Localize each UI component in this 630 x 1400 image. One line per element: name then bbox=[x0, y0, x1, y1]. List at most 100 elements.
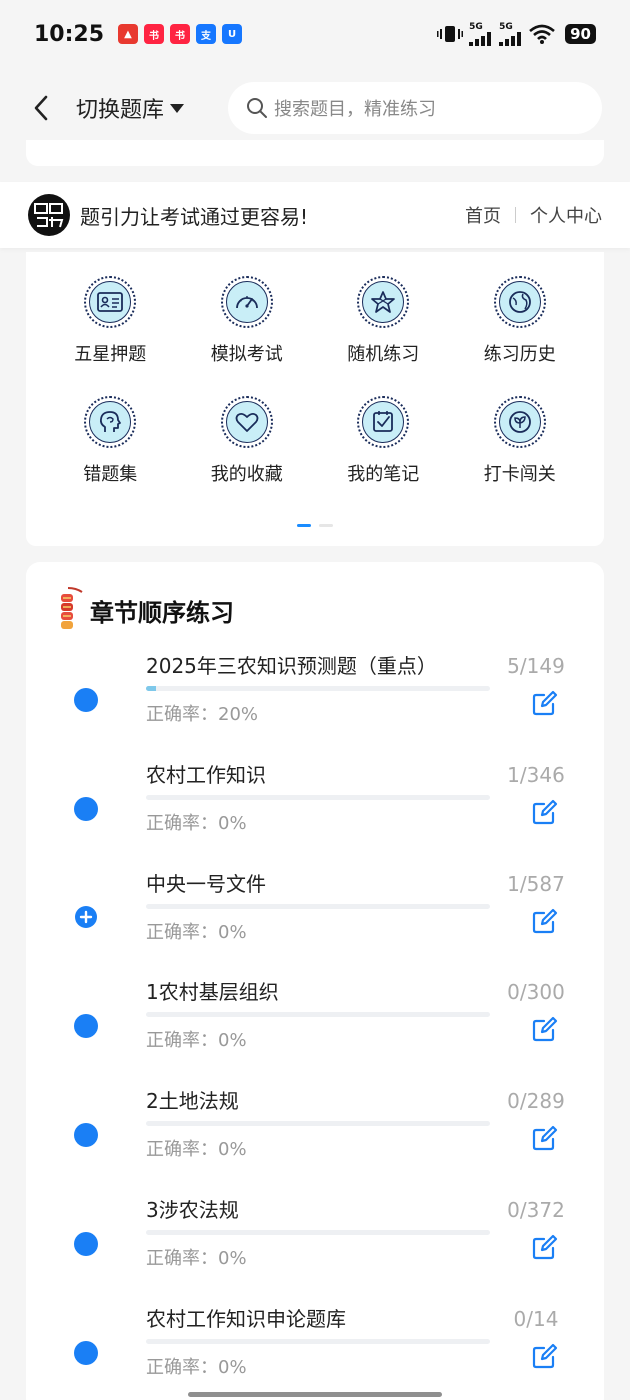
grid-label: 五星押题 bbox=[74, 344, 147, 365]
expand-plus-icon[interactable] bbox=[75, 905, 97, 928]
edit-icon[interactable] bbox=[530, 797, 560, 827]
progress-bar bbox=[146, 903, 490, 909]
chapter-section-title: 章节顺序练习 bbox=[90, 598, 234, 627]
switch-bank-dropdown[interactable]: 切换题库 bbox=[76, 92, 185, 124]
chapter-bullet-icon[interactable] bbox=[74, 1123, 98, 1148]
link-divider bbox=[515, 207, 516, 223]
search-placeholder: 搜索题目，精准练习 bbox=[274, 99, 436, 120]
chapter-bullet-icon[interactable] bbox=[74, 1340, 98, 1365]
grid-item-mock-exam[interactable]: 模拟考试 bbox=[179, 276, 316, 366]
progress-fill bbox=[146, 686, 157, 691]
chapter-row[interactable]: 中央一号文件正确率：0% 1/587 bbox=[26, 868, 604, 976]
accuracy-label: 正确率：0% bbox=[146, 1139, 247, 1161]
chapter-bullet-icon[interactable] bbox=[74, 688, 98, 712]
brand-logo bbox=[28, 194, 70, 236]
signal-2: 5G bbox=[499, 21, 523, 46]
progress-bar bbox=[146, 1012, 490, 1018]
question-count: 1/587 bbox=[507, 871, 565, 896]
back-button[interactable] bbox=[16, 83, 66, 133]
chapter-section-header: 章节顺序练习 bbox=[50, 586, 234, 634]
grid-label: 模拟考试 bbox=[210, 344, 283, 365]
edit-icon[interactable] bbox=[530, 1014, 560, 1044]
grid-item-favorites[interactable]: 我的收藏 bbox=[179, 396, 316, 486]
chapter-row[interactable]: 1农村基层组织正确率：0% 0/300 bbox=[26, 976, 604, 1084]
question-count: 1/346 bbox=[507, 762, 565, 787]
brand-slogan: 题引力让考试通过更容易! bbox=[80, 204, 309, 229]
edit-icon[interactable] bbox=[530, 906, 560, 936]
chapter-title[interactable]: 3涉农法规 bbox=[146, 1194, 239, 1223]
heart-icon bbox=[220, 396, 273, 448]
chapter-bullet-icon[interactable] bbox=[74, 1014, 98, 1039]
alipay-icon: 支 bbox=[196, 24, 217, 44]
question-count: 0/14 bbox=[513, 1306, 559, 1331]
clock: 10:25 bbox=[34, 21, 105, 47]
grid-item-notes[interactable]: 我的笔记 bbox=[315, 396, 452, 486]
grid-label: 我的笔记 bbox=[347, 464, 420, 485]
progress-bar bbox=[146, 686, 490, 691]
top-navigation: 切换题库 搜索题目，精准练习 bbox=[0, 78, 630, 138]
grid-item-five-star[interactable]: 五星押题 bbox=[42, 276, 179, 366]
search-input[interactable]: 搜索题目，精准练习 bbox=[228, 82, 602, 134]
edit-icon[interactable] bbox=[530, 1341, 560, 1371]
question-count: 5/149 bbox=[507, 654, 565, 678]
battery-indicator: 90 bbox=[565, 24, 596, 44]
head-profile-icon bbox=[84, 396, 137, 448]
progress-bar bbox=[146, 1338, 490, 1344]
checked-note-icon bbox=[357, 396, 410, 448]
function-grid-card: 五星押题 模拟考试 随机练习 练习历史 错题集 我的收藏 我的笔记 打卡闯关 bbox=[26, 252, 604, 546]
grid-label: 错题集 bbox=[83, 464, 138, 485]
accuracy-label: 正确率：0% bbox=[146, 812, 247, 834]
chapter-title[interactable]: 农村工作知识 bbox=[146, 759, 266, 788]
home-indicator[interactable] bbox=[188, 1392, 442, 1397]
accuracy-label: 正确率：0% bbox=[146, 1030, 247, 1052]
signal-1-label: 5G bbox=[469, 21, 483, 32]
personal-center-link[interactable]: 个人中心 bbox=[530, 202, 602, 228]
chapter-row[interactable]: 农村工作知识正确率：0% 1/346 bbox=[26, 759, 604, 867]
chapter-row[interactable]: 2025年三农知识预测题（重点） 正确率：20% 5/149 bbox=[26, 650, 604, 758]
grid-item-practice-history[interactable]: 练习历史 bbox=[452, 276, 589, 366]
chapter-row[interactable]: 农村工作知识申论题库 正确率：0% 0/14 bbox=[26, 1303, 604, 1400]
pager-dot[interactable] bbox=[319, 524, 333, 527]
question-count: 0/300 bbox=[507, 980, 565, 1005]
chapter-title[interactable]: 中央一号文件 bbox=[146, 868, 266, 897]
progress-bar bbox=[146, 1230, 490, 1235]
pager-dot-active[interactable] bbox=[297, 524, 311, 527]
chapter-title[interactable]: 1农村基层组织 bbox=[146, 976, 279, 1005]
leaf-badge-icon bbox=[493, 396, 546, 448]
signal-2-label: 5G bbox=[499, 21, 513, 32]
chapter-row[interactable]: 2土地法规正确率：0% 0/289 bbox=[26, 1085, 604, 1193]
chapter-title[interactable]: 2土地法规 bbox=[146, 1085, 239, 1114]
brand-logo-mark bbox=[34, 203, 64, 228]
vibrate-icon bbox=[437, 26, 464, 42]
globe-history-icon bbox=[493, 276, 546, 328]
edit-icon[interactable] bbox=[530, 1232, 560, 1262]
chapter-practice-card: 章节顺序练习 2025年三农知识预测题（重点） 正确率：20% 5/149 农村工作知… bbox=[26, 562, 604, 1400]
function-grid: 五星押题 模拟考试 随机练习 练习历史 错题集 我的收藏 我的笔记 打卡闯关 bbox=[42, 276, 588, 486]
edit-icon[interactable] bbox=[530, 1123, 560, 1153]
chapter-bullet-icon[interactable] bbox=[74, 1232, 98, 1256]
shield-app-icon: U bbox=[222, 24, 243, 44]
chapter-title[interactable]: 农村工作知识申论题库 bbox=[146, 1303, 346, 1332]
question-count: 0/289 bbox=[507, 1089, 565, 1114]
search-icon bbox=[247, 98, 267, 118]
previous-card-edge bbox=[26, 140, 604, 166]
edit-icon[interactable] bbox=[530, 688, 560, 718]
grid-label: 我的收藏 bbox=[210, 464, 283, 485]
signal-bars-icon bbox=[499, 31, 522, 46]
grid-item-check-in[interactable]: 打卡闯关 bbox=[452, 396, 589, 486]
chapter-bullet-icon[interactable] bbox=[74, 796, 98, 821]
chapter-row[interactable]: 3涉农法规正确率：0% 0/372 bbox=[26, 1194, 604, 1302]
speedometer-icon bbox=[220, 276, 273, 328]
accuracy-label: 正确率：0% bbox=[146, 921, 247, 943]
firecracker-icon bbox=[61, 587, 83, 629]
star-network-icon bbox=[357, 276, 410, 328]
accuracy-label: 正确率：0% bbox=[146, 1248, 247, 1269]
status-bar: 10:25 ▲ 书 书 支 U 5G 5G 90 bbox=[0, 0, 630, 68]
chapter-title[interactable]: 2025年三农知识预测题（重点） bbox=[146, 650, 437, 679]
grid-item-random-practice[interactable]: 随机练习 bbox=[315, 276, 452, 366]
question-count: 0/372 bbox=[507, 1198, 565, 1222]
grid-item-wrong-answers[interactable]: 错题集 bbox=[42, 396, 179, 486]
home-link[interactable]: 首页 bbox=[465, 202, 501, 228]
id-card-icon bbox=[84, 276, 137, 328]
xiaohongshu-icon-2: 书 bbox=[170, 24, 191, 44]
